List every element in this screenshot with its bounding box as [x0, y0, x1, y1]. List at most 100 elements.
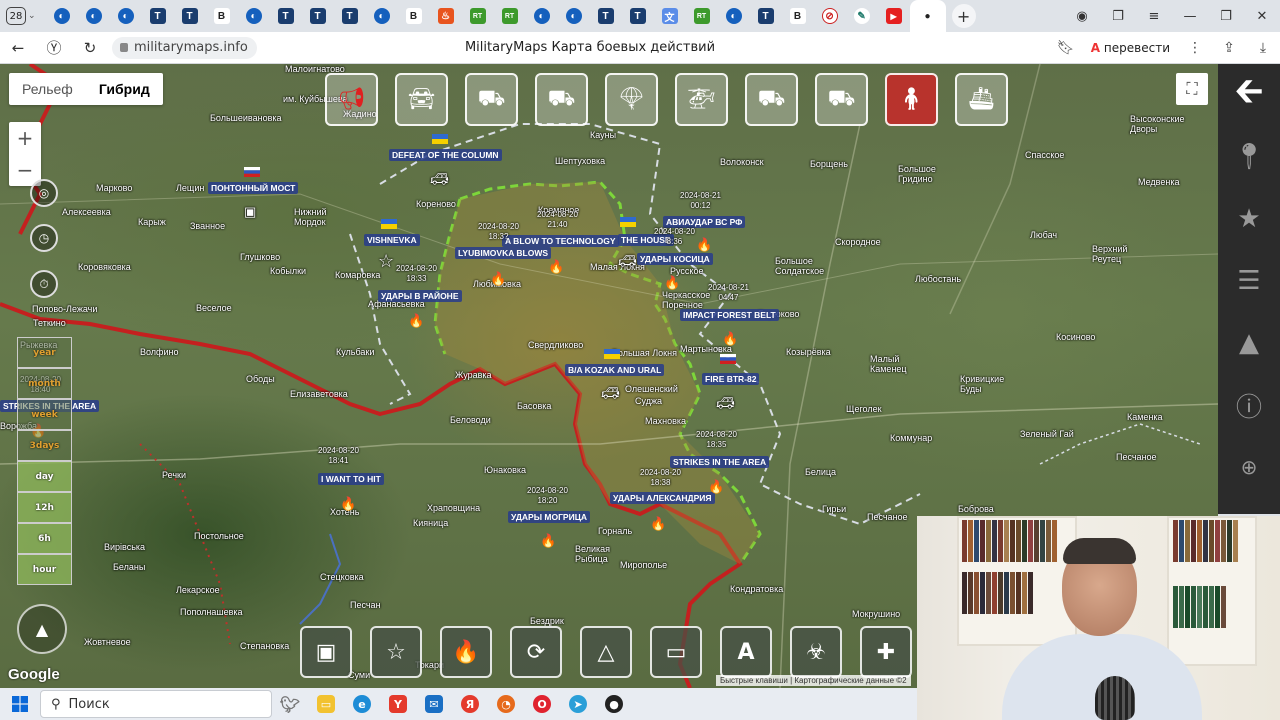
time-filter-day[interactable]: day [17, 461, 72, 492]
star-icon[interactable]: ★ [1218, 188, 1280, 250]
back-arrow-icon[interactable]: ← [0, 39, 36, 57]
map-annotation[interactable]: VISHNEVKA [364, 234, 420, 246]
fire-icon[interactable]: 🔥 [722, 332, 738, 347]
tab-favicon[interactable]: T [270, 0, 302, 32]
tab-count-button[interactable]: 28 [6, 7, 26, 25]
history-icon[interactable]: ◷ [30, 224, 58, 252]
time-filter-week[interactable]: week [17, 399, 72, 430]
tab-favicon[interactable]: ✎ [846, 0, 878, 32]
map-annotation[interactable]: IMPACT FOREST BELT [680, 309, 779, 321]
tab-favicon[interactable]: ◐ [110, 0, 142, 32]
star-icon[interactable]: ☆ [378, 251, 394, 272]
helicopter-icon[interactable]: 🚁︎ [675, 73, 728, 126]
vehicle-icon[interactable]: 🚙︎ [618, 252, 637, 270]
tab-favicon[interactable]: B [398, 0, 430, 32]
map-annotation[interactable]: УДАРЫ В РАЙОНЕ [378, 290, 462, 302]
tab-favicon[interactable]: T [590, 0, 622, 32]
vehicle-icon[interactable]: 🚙︎ [601, 384, 620, 402]
vehicle-icon[interactable]: 🚙︎ [430, 170, 449, 188]
tab-favicon[interactable]: T [302, 0, 334, 32]
fire-icon[interactable]: 🔥 [490, 272, 506, 287]
tab-favicon[interactable]: ◐ [526, 0, 558, 32]
reload-icon[interactable]: ↻ [72, 39, 108, 57]
time-filter-year[interactable]: year [17, 337, 72, 368]
close-icon[interactable]: ✕ [1244, 9, 1280, 24]
map-annotation[interactable]: STRIKES IN THE AREA [670, 456, 770, 468]
map-annotation[interactable]: ПОНТОННЫЙ МОСТ [208, 182, 299, 194]
fire-icon[interactable]: 🔥 [548, 260, 564, 275]
menu-icon[interactable]: ≡ [1136, 9, 1172, 24]
time-filter-3days[interactable]: 3days [17, 430, 72, 461]
time-filter-12h[interactable]: 12h [17, 492, 72, 523]
tab-favicon[interactable]: RT [494, 0, 526, 32]
bridge-tool-icon[interactable]: ▣ [300, 626, 352, 678]
navigation-icon[interactable]: ▲ [1218, 312, 1280, 374]
windows-start-icon[interactable] [0, 688, 40, 720]
soldier-icon[interactable]: 🧍︎ [885, 73, 938, 126]
layers-icon[interactable]: ☰ [1218, 250, 1280, 312]
fire-icon[interactable]: 🔥 [696, 238, 712, 253]
minimize-icon[interactable]: — [1172, 9, 1208, 24]
paratrooper-icon[interactable]: 🪂︎ [605, 73, 658, 126]
new-tab-button[interactable]: + [951, 4, 976, 28]
map-annotation[interactable]: B/A KOZAK AND URAL [565, 364, 665, 376]
bridge-icon[interactable]: ▣ [244, 204, 256, 220]
fire-icon[interactable]: 🔥 [340, 497, 356, 512]
tab-favicon[interactable]: T [174, 0, 206, 32]
zoom-in-button[interactable]: + [9, 122, 41, 154]
route-tool-icon[interactable]: ⟳ [510, 626, 562, 678]
time-filter-6h[interactable]: 6h [17, 523, 72, 554]
clock-icon[interactable]: ⏱︎ [30, 270, 58, 298]
artillery-icon[interactable]: ⛟ [465, 73, 518, 126]
bookmark-icon[interactable]: 🔖︎ [1049, 40, 1083, 56]
share-icon[interactable]: ⇪ [1212, 40, 1246, 56]
tab-favicon[interactable]: RT [686, 0, 718, 32]
map-annotation[interactable]: УДАРЫ КОСИЦА [637, 253, 713, 265]
map-annotation[interactable]: УДАРЫ АЛЕКСАНДРИЯ [610, 492, 715, 504]
fire-icon[interactable]: 🔥 [664, 276, 680, 291]
more-options-icon[interactable]: ⋮ [1178, 40, 1212, 56]
collections-icon[interactable]: ❐ [1100, 9, 1136, 24]
language-icon[interactable]: ⊕ [1218, 436, 1280, 498]
tab-favicon[interactable]: T [142, 0, 174, 32]
profile-icon[interactable]: ◉ [1064, 9, 1100, 24]
tab-active[interactable]: ● [909, 0, 946, 32]
yandex-browser-icon[interactable]: Y [380, 688, 416, 720]
tab-favicon[interactable]: ♨ [430, 0, 462, 32]
tab-favicon[interactable]: T [334, 0, 366, 32]
telegram-icon[interactable]: ➤ [560, 688, 596, 720]
relief-map-button[interactable]: Рельеф [9, 73, 86, 105]
fire-icon[interactable]: 🔥 [650, 517, 666, 532]
polygon-tool-icon[interactable]: △ [580, 626, 632, 678]
tab-favicon[interactable]: ◐ [366, 0, 398, 32]
location-pin-icon[interactable]: 📍︎ [1218, 126, 1280, 188]
car-icon[interactable]: 🚘︎ [395, 73, 448, 126]
bird-widget-icon[interactable]: 🐦︎ [272, 688, 308, 720]
translate-button[interactable]: A перевести [1091, 41, 1170, 55]
text-tool-icon[interactable]: A [720, 626, 772, 678]
opera-icon[interactable]: O [524, 688, 560, 720]
file-explorer-icon[interactable]: ▭ [308, 688, 344, 720]
tab-favicon[interactable]: B [782, 0, 814, 32]
map-annotation[interactable]: DEFEAT OF THE COLUMN [389, 149, 502, 161]
tab-favicon[interactable]: T [622, 0, 654, 32]
tab-favicon[interactable]: 文 [654, 0, 686, 32]
map-annotation[interactable]: I WANT TO HIT [318, 473, 384, 485]
taskbar-search[interactable]: ⚲ Поиск [40, 690, 272, 718]
tab-favicon[interactable]: ◐ [238, 0, 270, 32]
edge-icon[interactable]: e [344, 688, 380, 720]
tab-favicon[interactable]: ◐ [718, 0, 750, 32]
tab-favicon[interactable]: ◐ [558, 0, 590, 32]
map-annotation[interactable]: УДАРЫ МОГРИЦА [508, 511, 591, 523]
map-annotation[interactable]: LYUBIMOVKA BLOWS [455, 247, 552, 259]
map-attribution[interactable]: Быстрые клавиши | Картографические данны… [716, 675, 911, 686]
star-tool-icon[interactable]: ☆ [370, 626, 422, 678]
hybrid-map-button[interactable]: Гибрид [86, 73, 163, 105]
tab-favicon[interactable]: T [750, 0, 782, 32]
fire-icon[interactable]: 🔥 [408, 314, 424, 329]
fullscreen-icon[interactable]: ⛶ [1176, 73, 1208, 105]
ifv-icon[interactable]: ⛟ [815, 73, 868, 126]
fire-icon[interactable]: 🔥 [540, 534, 556, 549]
tab-favicon[interactable]: ◐ [46, 0, 78, 32]
time-filter-hour[interactable]: hour [17, 554, 72, 585]
